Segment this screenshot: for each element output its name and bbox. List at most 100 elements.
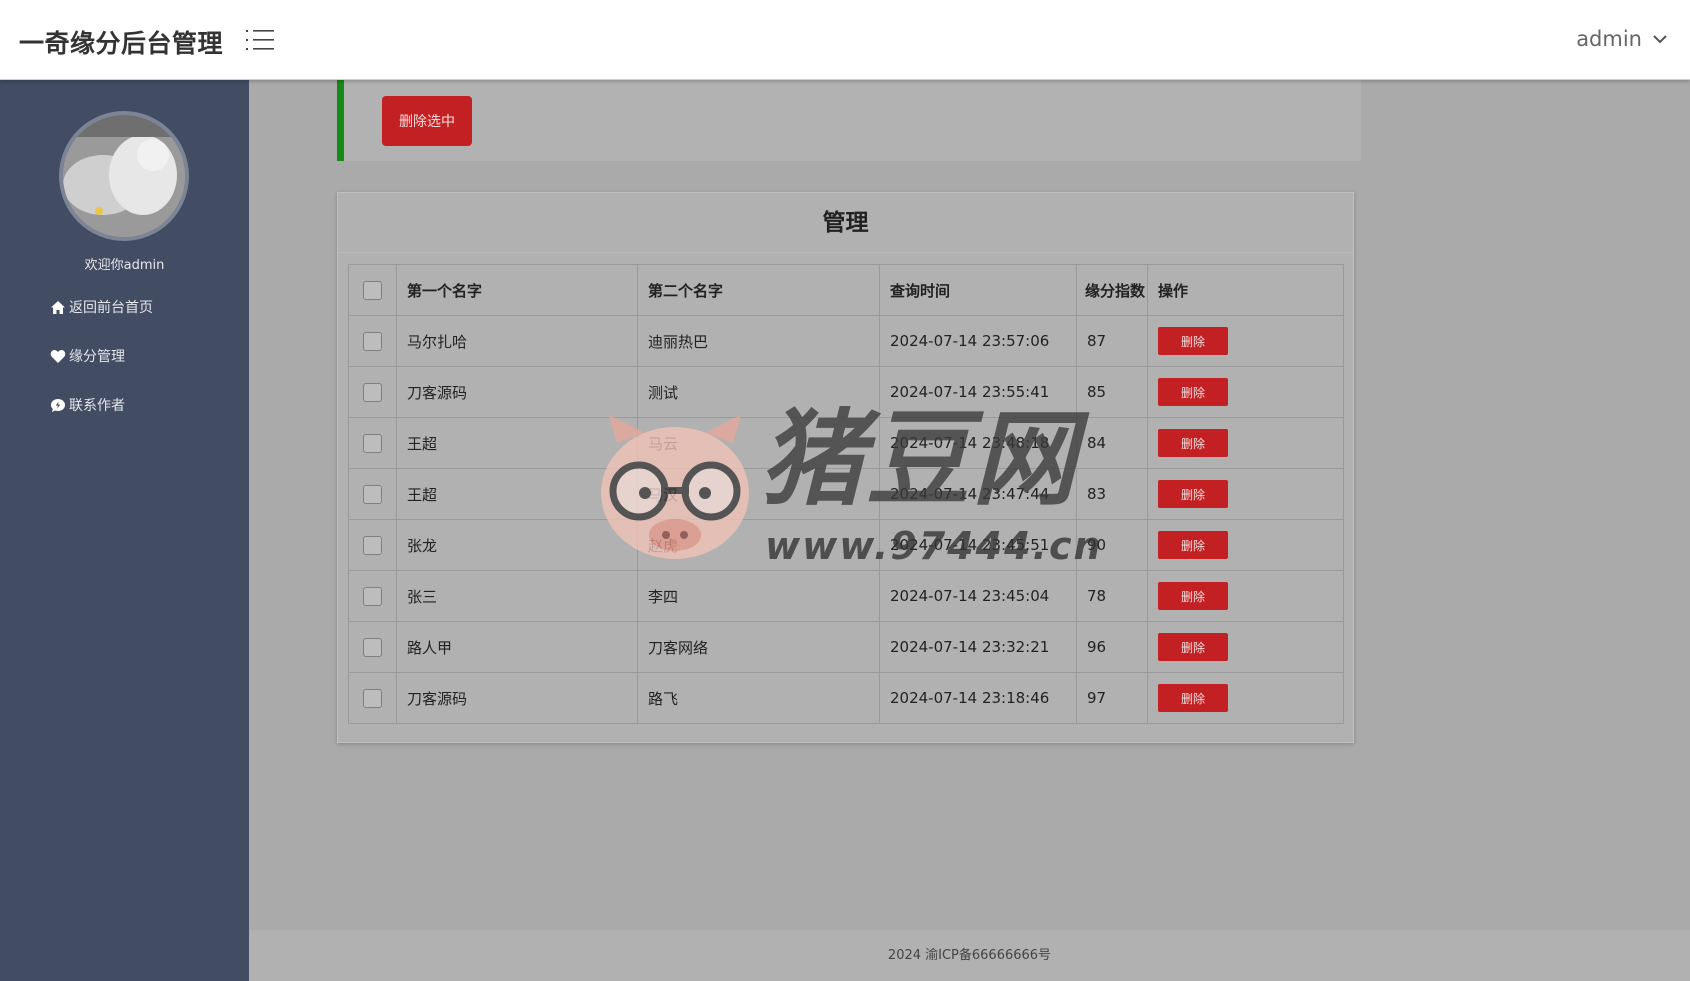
second-name-cell: 刀客网络 [637, 621, 880, 673]
second-name-cell: 李四 [637, 570, 880, 622]
row-checkbox[interactable] [363, 535, 382, 555]
row-checkbox[interactable] [363, 433, 382, 453]
action-cell: 删除 [1147, 570, 1344, 622]
delete-selected-button[interactable]: 删除选中 [382, 96, 472, 146]
table-row: 路人甲 刀客网络 2024-07-14 23:32:21 96 删除 [348, 621, 1344, 673]
sidebar-item-match-management[interactable]: 缘分管理 [50, 346, 125, 366]
first-name-cell: 刀客源码 [396, 672, 638, 724]
row-checkbox-cell [348, 315, 397, 367]
score-cell: 84 [1076, 417, 1148, 469]
sidebar-item-label: 联系作者 [69, 398, 125, 414]
query-time-cell: 2024-07-14 23:18:46 [879, 672, 1077, 724]
column-header: 第二个名字 [637, 264, 880, 316]
delete-row-button[interactable]: 删除 [1158, 633, 1228, 661]
first-name-cell: 马尔扎哈 [396, 315, 638, 367]
delete-row-button[interactable]: 删除 [1158, 378, 1228, 406]
first-name-cell: 张龙 [396, 519, 638, 571]
sidebar-item-label: 缘分管理 [69, 349, 125, 365]
action-cell: 删除 [1147, 417, 1344, 469]
score-cell: 97 [1076, 672, 1148, 724]
action-bar: 删除选中 [337, 80, 1361, 161]
delete-row-button[interactable]: 删除 [1158, 582, 1228, 610]
second-name-cell: 测试 [637, 366, 880, 418]
row-checkbox-cell [348, 621, 397, 673]
heart-icon [50, 349, 66, 364]
row-checkbox[interactable] [363, 484, 382, 504]
first-name-cell: 刀客源码 [396, 366, 638, 418]
select-all-checkbox[interactable] [363, 280, 382, 300]
delete-row-button[interactable]: 删除 [1158, 480, 1228, 508]
row-checkbox-cell [348, 417, 397, 469]
user-menu[interactable]: admin [1576, 27, 1668, 51]
second-name-cell: 马云 [637, 417, 880, 469]
row-checkbox-cell [348, 672, 397, 724]
user-name: admin [1576, 27, 1642, 51]
row-checkbox[interactable] [363, 688, 382, 708]
column-header: 缘分指数 [1076, 264, 1148, 316]
score-cell: 83 [1076, 468, 1148, 520]
first-name-cell: 张三 [396, 570, 638, 622]
delete-row-button[interactable]: 删除 [1158, 327, 1228, 355]
query-time-cell: 2024-07-14 23:45:04 [879, 570, 1077, 622]
delete-row-button[interactable]: 删除 [1158, 531, 1228, 559]
row-checkbox[interactable] [363, 637, 382, 657]
score-cell: 96 [1076, 621, 1148, 673]
sidebar: 欢迎你admin 返回前台首页 缘分管理 联系作者 [0, 80, 249, 981]
score-cell: 90 [1076, 519, 1148, 571]
table-row: 王超 马汉 2024-07-14 23:47:44 83 删除 [348, 468, 1344, 520]
top-header: 一奇缘分后台管理 admin [0, 0, 1690, 80]
select-all-cell [348, 264, 397, 316]
table-row: 王超 马云 2024-07-14 23:48:18 84 删除 [348, 417, 1344, 469]
table-row: 张三 李四 2024-07-14 23:45:04 78 删除 [348, 570, 1344, 622]
column-header: 查询时间 [879, 264, 1077, 316]
first-name-cell: 王超 [396, 468, 638, 520]
sidebar-item-contact-author[interactable]: 联系作者 [50, 395, 125, 415]
delete-row-button[interactable]: 删除 [1158, 429, 1228, 457]
column-header: 第一个名字 [396, 264, 638, 316]
first-name-cell: 王超 [396, 417, 638, 469]
query-time-cell: 2024-07-14 23:45:51 [879, 519, 1077, 571]
row-checkbox[interactable] [363, 586, 382, 606]
row-checkbox-cell [348, 366, 397, 418]
avatar [59, 111, 189, 241]
query-time-cell: 2024-07-14 23:57:06 [879, 315, 1077, 367]
table-row: 刀客源码 测试 2024-07-14 23:55:41 85 删除 [348, 366, 1344, 418]
row-checkbox[interactable] [363, 331, 382, 351]
query-time-cell: 2024-07-14 23:32:21 [879, 621, 1077, 673]
records-table: 第一个名字 第二个名字 查询时间 缘分指数 操作 马尔扎哈 迪丽热巴 2024-07… [348, 264, 1344, 724]
table-row: 张龙 赵虎 2024-07-14 23:45:51 90 删除 [348, 519, 1344, 571]
action-cell: 删除 [1147, 621, 1344, 673]
score-cell: 87 [1076, 315, 1148, 367]
action-cell: 删除 [1147, 468, 1344, 520]
row-checkbox-cell [348, 519, 397, 571]
second-name-cell: 赵虎 [637, 519, 880, 571]
welcome-text: 欢迎你admin [84, 258, 165, 273]
footer: 2024 渝ICP备66666666号 [249, 930, 1690, 981]
row-checkbox-cell [348, 570, 397, 622]
list-icon[interactable] [245, 28, 275, 52]
row-checkbox-cell [348, 468, 397, 520]
chevron-down-icon [1652, 33, 1668, 45]
query-time-cell: 2024-07-14 23:55:41 [879, 366, 1077, 418]
sidebar-item-label: 返回前台首页 [69, 300, 153, 316]
table-row: 马尔扎哈 迪丽热巴 2024-07-14 23:57:06 87 删除 [348, 315, 1344, 367]
second-name-cell: 迪丽热巴 [637, 315, 880, 367]
second-name-cell: 马汉 [637, 468, 880, 520]
column-header: 操作 [1147, 264, 1344, 316]
action-cell: 删除 [1147, 672, 1344, 724]
delete-row-button[interactable]: 删除 [1158, 684, 1228, 712]
app-title: 一奇缘分后台管理 [19, 29, 224, 58]
query-time-cell: 2024-07-14 23:47:44 [879, 468, 1077, 520]
score-cell: 85 [1076, 366, 1148, 418]
management-panel: 管理 第一个名字 第二个名字 查询时间 缘分指数 操作 马尔扎哈 迪丽热巴 2024… [337, 192, 1354, 743]
action-cell: 删除 [1147, 366, 1344, 418]
table-row: 刀客源码 路飞 2024-07-14 23:18:46 97 删除 [348, 672, 1344, 724]
action-cell: 删除 [1147, 315, 1344, 367]
second-name-cell: 路飞 [637, 672, 880, 724]
sidebar-item-home[interactable]: 返回前台首页 [50, 297, 153, 317]
home-icon [50, 300, 66, 315]
score-cell: 78 [1076, 570, 1148, 622]
row-checkbox[interactable] [363, 382, 382, 402]
chat-icon [50, 398, 66, 413]
query-time-cell: 2024-07-14 23:48:18 [879, 417, 1077, 469]
